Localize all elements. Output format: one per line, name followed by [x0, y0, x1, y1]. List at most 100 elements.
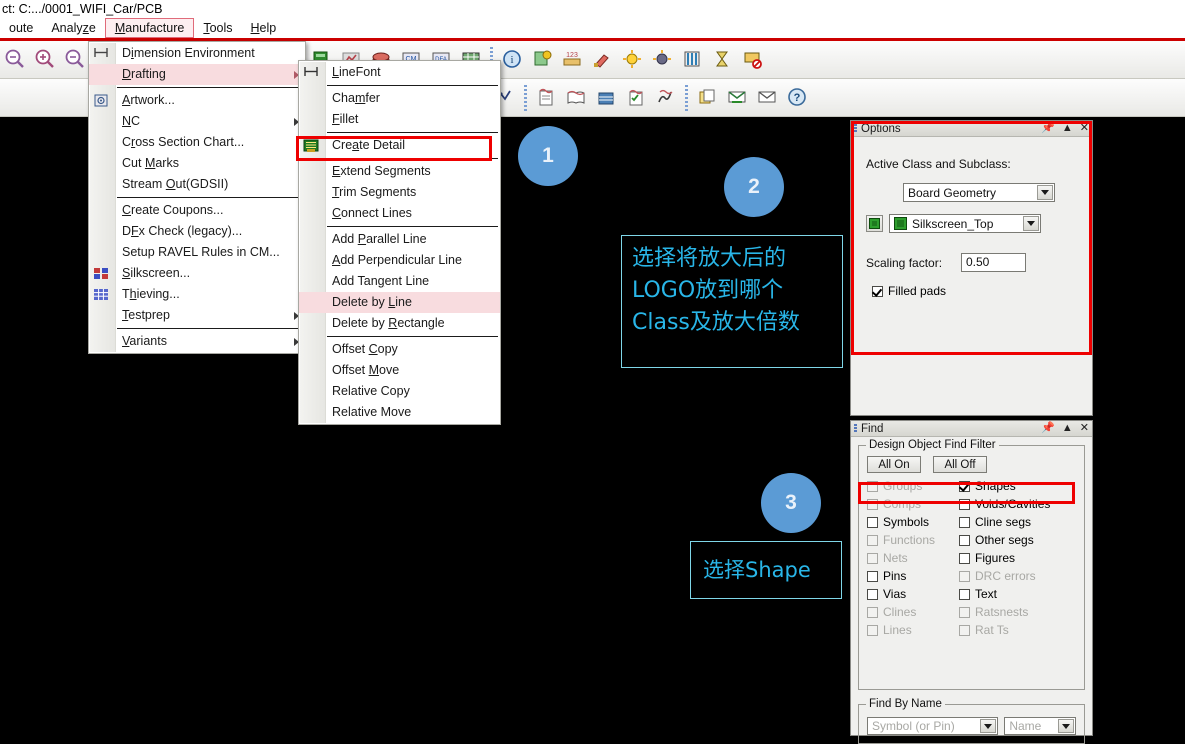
checkbox[interactable]	[959, 588, 970, 600]
delete-tool-button[interactable]	[737, 43, 767, 77]
all-off-button[interactable]: All Off	[933, 456, 987, 473]
menu-item-cut-marks[interactable]: Cut Marks	[89, 153, 305, 174]
menu-item-stream-out-gdsii[interactable]: Stream Out(GDSII)	[89, 174, 305, 195]
checkbox[interactable]	[867, 516, 878, 528]
menu-item-fillet[interactable]: Fillet	[299, 109, 500, 130]
panel-grip-icon[interactable]	[854, 424, 857, 433]
color-visibility-button[interactable]	[617, 43, 647, 77]
zoom-in-button[interactable]	[30, 43, 60, 77]
menu-item-setup-ravel-rules-in-cm[interactable]: Setup RAVEL Rules in CM...	[89, 242, 305, 263]
property-button[interactable]	[527, 43, 557, 77]
checkbox[interactable]	[867, 570, 878, 582]
menubar-item-manufacture[interactable]: Manufacture	[104, 18, 195, 38]
all-on-button[interactable]: All On	[867, 456, 921, 473]
menu-item-connect-lines[interactable]: Connect Lines	[299, 203, 500, 224]
menubar-item-analyze[interactable]: Analyze	[42, 18, 104, 38]
find-filter-symbols[interactable]: Symbols	[867, 515, 959, 529]
menu-item-create-coupons[interactable]: Create Coupons...	[89, 200, 305, 221]
wait-button[interactable]	[707, 43, 737, 77]
auto-hide-icon[interactable]: ▲	[1062, 122, 1073, 135]
pin-icon[interactable]: 📌	[1041, 422, 1055, 435]
find-filter-vias[interactable]: Vias	[867, 587, 959, 601]
signal-button[interactable]	[651, 81, 681, 115]
menu-item-cross-section-chart[interactable]: Cross Section Chart...	[89, 132, 305, 153]
menubar-item-tools[interactable]: Tools	[194, 18, 241, 38]
menu-item-relative-copy[interactable]: Relative Copy	[299, 381, 500, 402]
chevron-down-icon[interactable]	[980, 719, 997, 733]
menu-item-thieving[interactable]: Thieving...	[89, 284, 305, 305]
menu-item-add-parallel-line[interactable]: Add Parallel Line	[299, 229, 500, 250]
zoom-out-button[interactable]	[60, 43, 90, 77]
help-button[interactable]: ?	[782, 81, 812, 115]
export-button[interactable]	[722, 81, 752, 115]
menu-item-relative-move[interactable]: Relative Move	[299, 402, 500, 423]
filled-pads-checkbox[interactable]	[872, 285, 883, 297]
checkbox[interactable]	[959, 552, 970, 564]
menu-item-extend-segments[interactable]: Extend Segments	[299, 161, 500, 182]
subclass-color-button[interactable]	[866, 215, 883, 232]
active-subclass-combo[interactable]: Silkscreen_Top	[889, 214, 1041, 233]
checkbox[interactable]	[959, 516, 970, 528]
menu-item-add-tangent-line[interactable]: Add Tangent Line	[299, 271, 500, 292]
library-button[interactable]	[561, 81, 591, 115]
chevron-down-icon[interactable]	[1037, 185, 1053, 200]
panel-grip-icon[interactable]	[854, 124, 857, 133]
menu-item-linefont[interactable]: LineFont	[299, 62, 500, 83]
options-panel-titlebar[interactable]: Options 📌 ▲ ✕	[851, 121, 1092, 137]
menubar-item-oute[interactable]: oute	[0, 18, 42, 38]
find-filter-shapes[interactable]: Shapes	[959, 479, 1076, 493]
find-filter-pins[interactable]: Pins	[867, 569, 959, 583]
chevron-down-icon[interactable]	[1023, 216, 1039, 231]
find-by-name-type-combo[interactable]: Symbol (or Pin)	[867, 717, 999, 735]
checklist-button[interactable]	[621, 81, 651, 115]
menu-item-offset-copy[interactable]: Offset Copy	[299, 339, 500, 360]
menubar-item-help[interactable]: Help	[242, 18, 286, 38]
find-filter-figures[interactable]: Figures	[959, 551, 1076, 565]
layers-button[interactable]	[677, 43, 707, 77]
find-filter-voids-cavities[interactable]: Voids/Cavities	[959, 497, 1076, 511]
menu-item-dfx-check-legacy[interactable]: DFx Check (legacy)...	[89, 221, 305, 242]
find-panel[interactable]: Find 📌 ▲ ✕ Design Object Find Filter All…	[850, 420, 1093, 744]
menu-item-offset-move[interactable]: Offset Move	[299, 360, 500, 381]
dimming-button[interactable]	[647, 43, 677, 77]
menu-item-drafting[interactable]: Drafting	[89, 64, 305, 85]
menu-item-delete-by-rectangle[interactable]: Delete by Rectangle	[299, 313, 500, 334]
measure-button[interactable]: 123	[557, 43, 587, 77]
menu-item-chamfer[interactable]: Chamfer	[299, 88, 500, 109]
filled-pads-row[interactable]: Filled pads	[872, 284, 1080, 298]
find-by-name-field-combo[interactable]: Name	[1004, 717, 1076, 735]
highlight-button[interactable]	[587, 43, 617, 77]
options-panel[interactable]: Options 📌 ▲ ✕ Active Class and Subclass:…	[850, 120, 1093, 416]
checkbox[interactable]	[959, 534, 970, 546]
checkbox[interactable]	[959, 498, 970, 510]
info-button[interactable]: i	[497, 43, 527, 77]
menu-item-nc[interactable]: NC	[89, 111, 305, 132]
close-icon[interactable]: ✕	[1080, 422, 1089, 435]
database-button[interactable]	[591, 81, 621, 115]
copy-button[interactable]	[692, 81, 722, 115]
menu-item-dimension-environment[interactable]: Dimension Environment	[89, 43, 305, 64]
menu-item-trim-segments[interactable]: Trim Segments	[299, 182, 500, 203]
active-class-combo[interactable]: Board Geometry	[903, 183, 1055, 202]
find-filter-text[interactable]: Text	[959, 587, 1076, 601]
menu-item-add-perpendicular-line[interactable]: Add Perpendicular Line	[299, 250, 500, 271]
menu-item-silkscreen[interactable]: Silkscreen...	[89, 263, 305, 284]
drafting-submenu[interactable]: LineFont Chamfer Fillet Create Detail Extend…	[298, 60, 501, 425]
pin-icon[interactable]: 📌	[1041, 122, 1055, 135]
report-button[interactable]	[531, 81, 561, 115]
chevron-down-icon[interactable]	[1058, 719, 1074, 733]
menu-item-create-detail[interactable]: Create Detail	[299, 135, 500, 156]
find-filter-cline-segs[interactable]: Cline segs	[959, 515, 1076, 529]
auto-hide-icon[interactable]: ▲	[1062, 422, 1073, 435]
menu-item-delete-by-line[interactable]: Delete by Line	[299, 292, 500, 313]
scaling-factor-input[interactable]: 0.50	[961, 253, 1026, 272]
close-icon[interactable]: ✕	[1080, 122, 1089, 135]
menu-item-variants[interactable]: Variants	[89, 331, 305, 352]
find-panel-titlebar[interactable]: Find 📌 ▲ ✕	[851, 421, 1092, 437]
menu-item-artwork[interactable]: Artwork...	[89, 90, 305, 111]
menu-item-testprep[interactable]: Testprep	[89, 305, 305, 326]
checkbox[interactable]	[867, 588, 878, 600]
mail-button[interactable]	[752, 81, 782, 115]
checkbox[interactable]	[959, 480, 970, 492]
zoom-fit-button[interactable]	[0, 43, 30, 77]
